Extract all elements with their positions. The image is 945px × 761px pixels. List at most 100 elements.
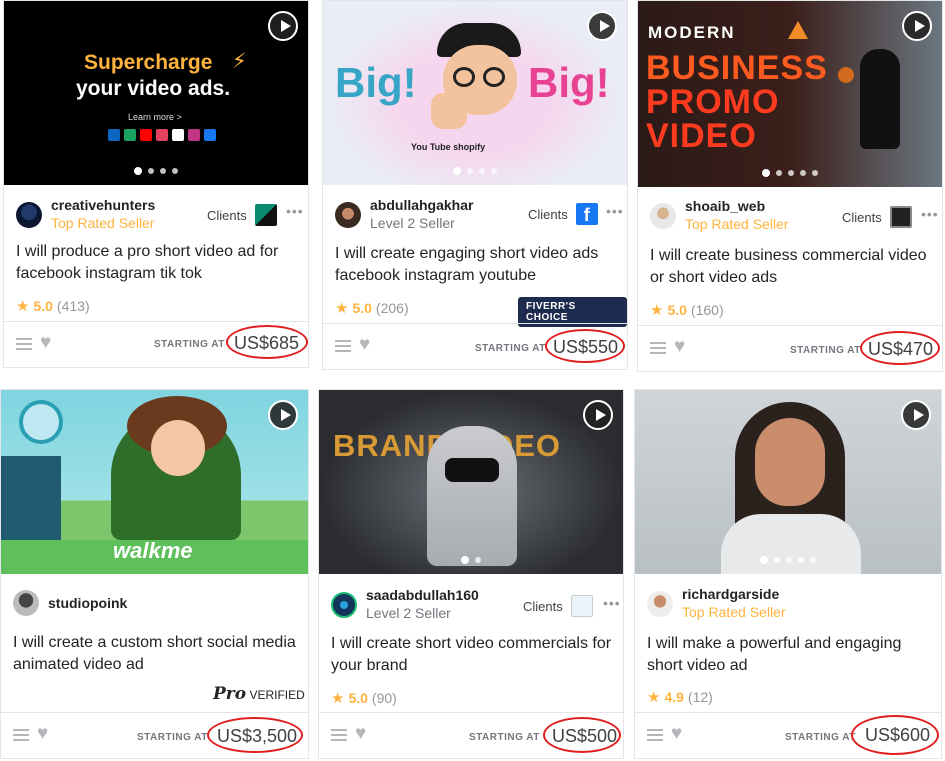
price-highlight [851, 715, 939, 755]
client-logo [254, 204, 277, 226]
clients[interactable]: Clients [523, 595, 593, 617]
seller-info: richardgarside Top Rated Seller [647, 586, 786, 621]
more-icon[interactable]: ••• [603, 595, 621, 611]
heart-icon[interactable]: ♥ [671, 724, 682, 744]
heart-icon[interactable]: ♥ [674, 337, 685, 357]
carousel-dots[interactable] [134, 167, 178, 175]
card-footer: ♥ STARTING AT US$500 [319, 712, 623, 758]
price-highlight [226, 325, 308, 359]
avatar[interactable] [647, 590, 673, 617]
carousel-dots[interactable] [453, 167, 497, 175]
star-icon: ★ [647, 689, 661, 706]
rating: ★ 5.0 (90) [331, 689, 397, 707]
play-icon[interactable] [583, 400, 613, 430]
seller-level: Level 2 Seller [370, 215, 455, 231]
facebook-icon: f [575, 203, 598, 225]
play-icon[interactable] [587, 11, 617, 41]
client-logo [570, 595, 593, 617]
seller-info: studiopoink [13, 590, 127, 616]
menu-icon[interactable] [331, 729, 347, 741]
gig-thumbnail[interactable]: Supercharge ⚡ your video ads. Learn more… [4, 1, 308, 185]
seller-info: saadabdullah160 Level 2 Seller [331, 587, 479, 622]
gig-card[interactable]: MODERN BUSINESS PROMO VIDEO shoaib_web T… [637, 0, 943, 372]
menu-icon[interactable] [16, 338, 32, 350]
person-vr-figure [427, 426, 517, 566]
gig-thumbnail[interactable] [635, 390, 941, 574]
rating-value: 5.0 [348, 690, 368, 706]
gig-card[interactable]: BRAND VIDEO saadabdullah160 Level 2 Sell… [318, 389, 624, 759]
card-footer: ♥ STARTING AT US$3,500 [1, 712, 308, 758]
starting-label: STARTING AT [469, 732, 540, 743]
gig-card[interactable]: Big! Big! You Tube shopify abdullahgakha… [322, 0, 628, 370]
monitor-illustration [1, 456, 61, 546]
vr-headset [445, 458, 499, 482]
menu-icon[interactable] [335, 340, 351, 352]
seller-level: Top Rated Seller [51, 215, 155, 231]
gig-thumbnail[interactable]: Big! Big! You Tube shopify [323, 1, 627, 185]
card-footer: ♥ STARTING AT US$550 [323, 323, 627, 369]
seller-name[interactable]: studiopoink [48, 595, 127, 612]
seller-level: Top Rated Seller [685, 216, 789, 232]
seller-name[interactable]: richardgarside [682, 586, 786, 603]
gig-title[interactable]: I will create business commercial video … [650, 245, 932, 289]
gig-title[interactable]: I will create a custom short social medi… [13, 632, 298, 676]
play-icon[interactable] [902, 11, 932, 41]
clients[interactable]: Clients [842, 206, 912, 228]
seller-name[interactable]: shoaib_web [685, 198, 789, 215]
starting-label: STARTING AT [154, 339, 225, 350]
avatar[interactable] [16, 201, 42, 228]
play-icon[interactable] [268, 400, 298, 430]
gig-thumbnail[interactable]: walkme [1, 390, 308, 574]
clients[interactable]: Clients [207, 204, 277, 226]
thumb-headline: Supercharge [84, 51, 213, 74]
gig-card[interactable]: richardgarside Top Rated Seller I will m… [634, 389, 942, 759]
starting-label: STARTING AT [785, 732, 856, 743]
rating-count: (206) [375, 300, 409, 316]
play-icon[interactable] [901, 400, 931, 430]
more-icon[interactable]: ••• [286, 203, 304, 219]
gig-card[interactable]: walkme studiopoink I will create a custo… [0, 389, 309, 759]
client-logo [889, 206, 912, 228]
seller-info: shoaib_web Top Rated Seller [650, 198, 789, 233]
rating-value: 5.0 [33, 298, 53, 314]
seller-name[interactable]: abdullahgakhar [370, 197, 473, 214]
card-footer: ♥ STARTING AT US$685 [4, 321, 308, 367]
seller-name[interactable]: creativehunters [51, 197, 155, 214]
avatar[interactable] [13, 590, 39, 616]
gig-title[interactable]: I will create short video commercials fo… [331, 633, 613, 677]
gig-title[interactable]: I will make a powerful and engaging shor… [647, 633, 931, 677]
menu-icon[interactable] [13, 729, 29, 741]
gig-thumbnail[interactable]: BRAND VIDEO [319, 390, 623, 574]
avatar[interactable] [650, 202, 676, 229]
heart-icon[interactable]: ♥ [40, 333, 51, 353]
avatar[interactable] [335, 201, 361, 228]
clients[interactable]: Clients f [528, 203, 598, 225]
avatar[interactable] [331, 591, 357, 618]
gig-title[interactable]: I will create engaging short video ads f… [335, 243, 617, 287]
seller-info: abdullahgakhar Level 2 Seller [335, 197, 473, 232]
gig-card[interactable]: Supercharge ⚡ your video ads. Learn more… [3, 0, 309, 368]
price-highlight [545, 329, 625, 363]
thumb-cta: Learn more > [128, 112, 182, 122]
brand-logo: walkme [113, 538, 193, 563]
menu-icon[interactable] [650, 342, 666, 354]
menu-icon[interactable] [647, 729, 663, 741]
more-icon[interactable]: ••• [921, 206, 939, 222]
seller-level: Level 2 Seller [366, 605, 451, 621]
price-highlight [207, 717, 303, 753]
logo-triangle-icon [788, 21, 808, 39]
carousel-dots[interactable] [762, 169, 818, 177]
gig-title[interactable]: I will produce a pro short video ad for … [16, 241, 298, 285]
carousel-dots[interactable] [760, 556, 816, 564]
thumb-kicker: MODERN [648, 23, 736, 42]
star-icon: ★ [335, 300, 349, 317]
more-icon[interactable]: ••• [606, 203, 624, 219]
seller-name[interactable]: saadabdullah160 [366, 587, 479, 604]
heart-icon[interactable]: ♥ [37, 724, 48, 744]
carousel-dots[interactable] [461, 556, 481, 564]
play-icon[interactable] [268, 11, 298, 41]
gig-thumbnail[interactable]: MODERN BUSINESS PROMO VIDEO [638, 1, 942, 187]
rating-value: 5.0 [352, 300, 372, 316]
heart-icon[interactable]: ♥ [359, 335, 370, 355]
heart-icon[interactable]: ♥ [355, 724, 366, 744]
